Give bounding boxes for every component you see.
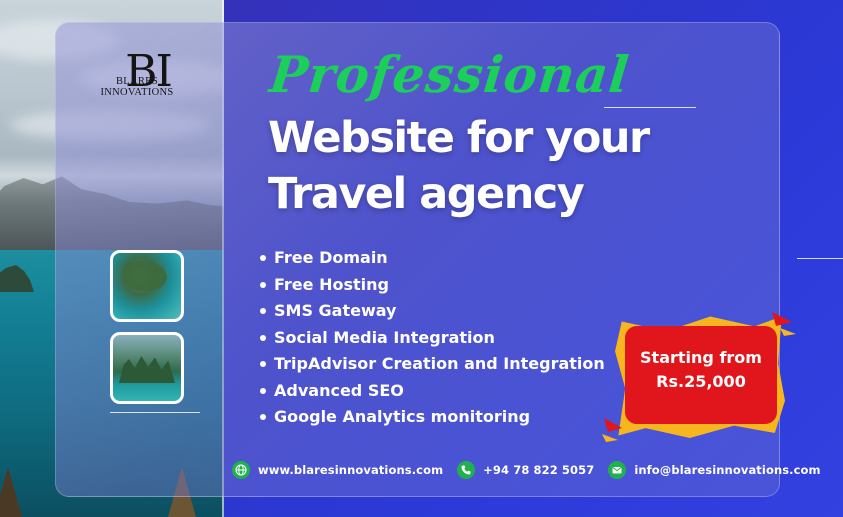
website-link[interactable]: www.blaresinnovations.com: [258, 463, 443, 477]
phone-icon: [457, 461, 476, 479]
headline-divider-line: [604, 107, 696, 108]
feature-item: SMS Gateway: [258, 298, 605, 325]
feature-item: Social Media Integration: [258, 325, 605, 352]
right-divider-line: [797, 258, 843, 259]
spark-decoration-top: [772, 312, 796, 336]
brand-logo: BI BLARES INNOVATIONS: [100, 50, 196, 99]
headline-script: Professional: [266, 45, 633, 104]
feature-list: Free Domain Free Hosting SMS Gateway Soc…: [258, 245, 605, 431]
globe-icon: [232, 461, 250, 479]
logo-name-line2: INNOVATIONS: [100, 87, 174, 98]
contact-phone[interactable]: +94 78 822 5057: [457, 461, 594, 479]
phone-number[interactable]: +94 78 822 5057: [483, 463, 594, 477]
feature-item: Google Analytics monitoring: [258, 404, 605, 431]
feature-item: Advanced SEO: [258, 378, 605, 405]
feature-item: Free Domain: [258, 245, 605, 272]
badge-label: Starting from Rs.25,000: [625, 346, 777, 394]
feature-item: TripAdvisor Creation and Integration: [258, 351, 605, 378]
badge-line1: Starting from: [640, 348, 762, 367]
headline-line1: Website for your: [268, 113, 650, 163]
email-address[interactable]: info@blaresinnovations.com: [634, 463, 820, 477]
logo-name-line1: BLARES: [115, 76, 159, 87]
contact-email[interactable]: info@blaresinnovations.com: [608, 461, 821, 479]
feature-item: Free Hosting: [258, 272, 605, 299]
thumbnail-aerial-beach: [110, 250, 184, 322]
mail-icon: [608, 461, 627, 479]
thumbnail-island-lagoon: [110, 332, 184, 404]
left-divider-line: [110, 412, 200, 413]
logo-text: BLARES INNOVATIONS: [100, 76, 174, 98]
headline-line2: Travel agency: [268, 169, 585, 219]
contact-bar: www.blaresinnovations.com +94 78 822 505…: [232, 458, 835, 482]
badge-price: Rs.25,000: [656, 372, 746, 391]
spark-decoration-bottom: [602, 418, 622, 442]
headline-main: Website for your Travel agency: [268, 110, 650, 222]
contact-website[interactable]: www.blaresinnovations.com: [232, 461, 443, 479]
